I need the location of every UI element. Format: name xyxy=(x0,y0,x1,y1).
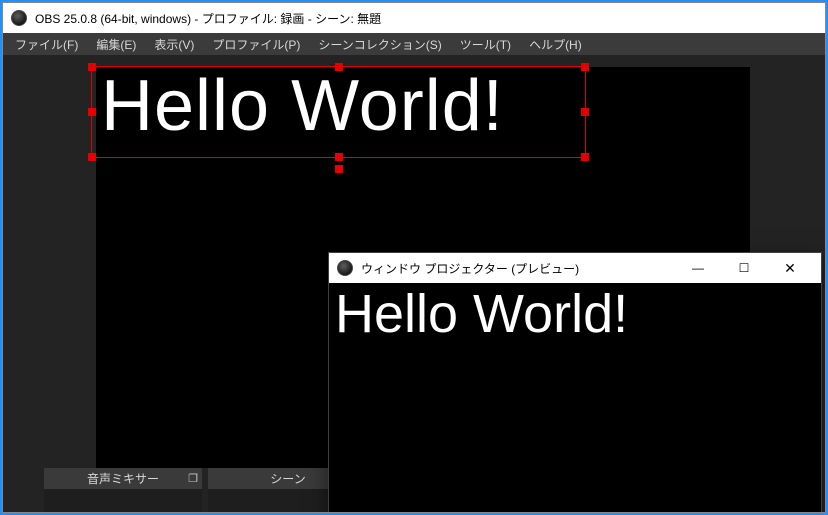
window-title: OBS 25.0.8 (64-bit, windows) - プロファイル: 録… xyxy=(35,10,381,27)
maximize-button[interactable]: ☐ xyxy=(721,253,767,283)
menu-view[interactable]: 表示(V) xyxy=(146,34,202,55)
workspace: Hello World! 音声ミキサー ❐ xyxy=(3,55,825,512)
projector-text: Hello World! xyxy=(335,283,628,345)
close-button[interactable]: ✕ xyxy=(767,253,813,283)
minimize-button[interactable]: — xyxy=(675,253,721,283)
projector-window[interactable]: ウィンドウ プロジェクター (プレビュー) — ☐ ✕ Hello World! xyxy=(328,252,822,512)
resize-handle-w[interactable] xyxy=(88,108,96,116)
dock-audio-mixer: 音声ミキサー ❐ xyxy=(44,468,202,512)
projector-titlebar[interactable]: ウィンドウ プロジェクター (プレビュー) — ☐ ✕ xyxy=(329,253,821,283)
obs-logo-icon xyxy=(11,10,27,26)
menubar: ファイル(F) 編集(E) 表示(V) プロファイル(P) シーンコレクション(… xyxy=(3,33,825,55)
text-source-preview[interactable]: Hello World! xyxy=(101,65,504,147)
window-controls: — ☐ ✕ xyxy=(675,253,813,283)
popout-icon[interactable]: ❐ xyxy=(188,472,198,485)
obs-logo-icon xyxy=(337,260,353,276)
menu-edit[interactable]: 編集(E) xyxy=(88,34,144,55)
dock-tab-label: シーン xyxy=(270,470,305,487)
projector-title: ウィンドウ プロジェクター (プレビュー) xyxy=(361,260,579,277)
titlebar[interactable]: OBS 25.0.8 (64-bit, windows) - プロファイル: 録… xyxy=(3,3,825,33)
dock-tab-label: 音声ミキサー xyxy=(87,470,159,487)
resize-handle-nw[interactable] xyxy=(88,63,96,71)
dock-tab-audio-mixer[interactable]: 音声ミキサー ❐ xyxy=(44,468,202,490)
menu-help[interactable]: ヘルプ(H) xyxy=(521,34,590,55)
menu-profile[interactable]: プロファイル(P) xyxy=(204,34,308,55)
menu-scene-collection[interactable]: シーンコレクション(S) xyxy=(310,34,449,55)
menu-file[interactable]: ファイル(F) xyxy=(7,34,86,55)
projector-canvas: Hello World! xyxy=(329,283,821,512)
menu-tools[interactable]: ツール(T) xyxy=(452,34,519,55)
obs-main-window: OBS 25.0.8 (64-bit, windows) - プロファイル: 録… xyxy=(2,2,826,513)
resize-handle-sw[interactable] xyxy=(88,153,96,161)
desktop-background: OBS 25.0.8 (64-bit, windows) - プロファイル: 録… xyxy=(0,0,828,515)
audio-mixer-body xyxy=(44,490,202,512)
